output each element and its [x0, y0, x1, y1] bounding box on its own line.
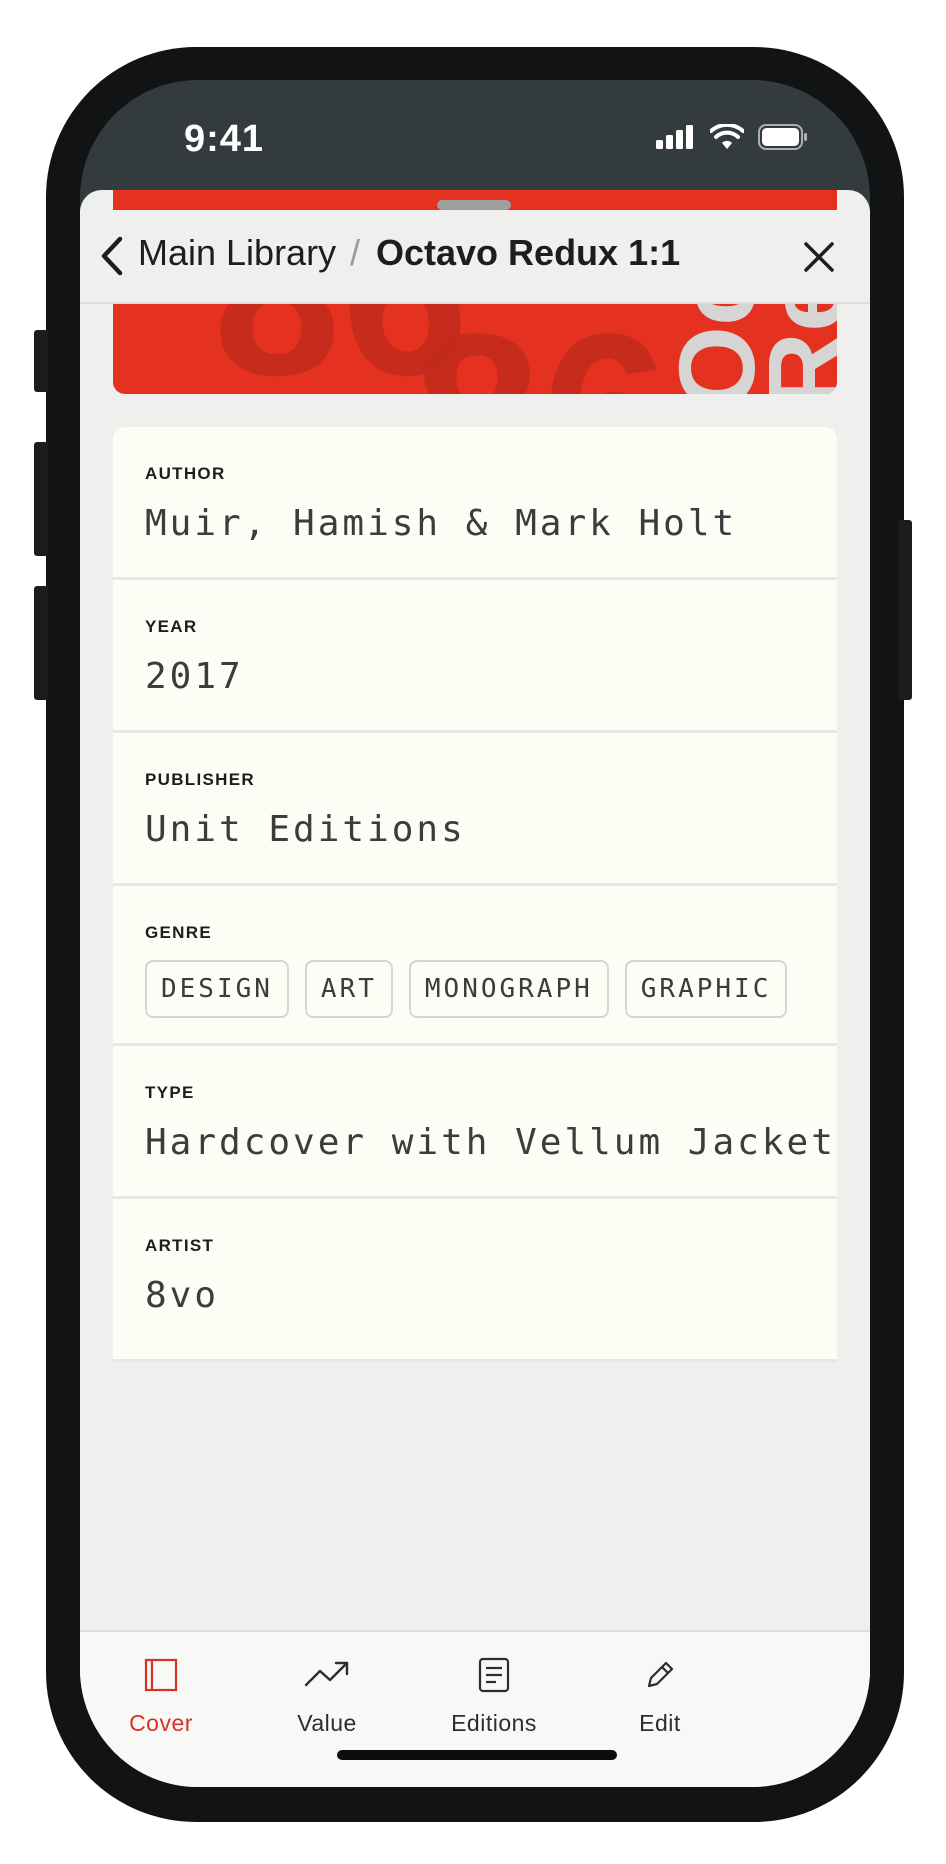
genre-chip[interactable]: MONOGRAPH [408, 960, 609, 1018]
volume-up-button [34, 442, 48, 556]
tab-label: Value [297, 1710, 357, 1736]
nav-header: Main Library / Octavo Redux 1:1 [80, 210, 870, 304]
tab-label: Cover [129, 1710, 193, 1736]
genre-chip[interactable]: ART [304, 960, 393, 1018]
close-button[interactable] [798, 236, 840, 278]
field-label: ARTIST [145, 1236, 215, 1255]
field-value: Muir, Hamish & Mark Holt [145, 503, 738, 544]
scroll-content[interactable]: 86 86 Oc Re 1:1 AUTHOR Muir, Hamish & Ma… [80, 190, 870, 1630]
genre-chips: DESIGN ART MONOGRAPH GRAPHIC [145, 960, 788, 1018]
wifi-icon [710, 124, 744, 149]
tab-editions[interactable]: Editions [424, 1650, 564, 1737]
field-author: AUTHOR Muir, Hamish & Mark Holt [113, 427, 837, 580]
breadcrumb-separator: / [350, 232, 361, 273]
volume-down-button [34, 586, 48, 700]
tab-label: Edit [639, 1710, 681, 1736]
home-indicator[interactable] [337, 1750, 617, 1760]
field-label: PUBLISHER [145, 770, 255, 789]
book-cover-icon [144, 1658, 178, 1692]
breadcrumb-main-library[interactable]: Main Library [138, 232, 336, 274]
field-label: TYPE [145, 1083, 195, 1102]
screen: 9:41 86 86 Oc R [80, 80, 870, 1787]
sheet-grabber[interactable] [437, 200, 511, 210]
field-publisher: PUBLISHER Unit Editions [113, 733, 837, 886]
field-value: 8vo [145, 1275, 220, 1316]
pencil-icon [647, 1661, 674, 1688]
document-list-icon [478, 1657, 510, 1693]
tab-value[interactable]: Value [257, 1650, 397, 1737]
field-genre: GENRE DESIGN ART MONOGRAPH GRAPHIC [113, 886, 837, 1046]
book-detail-sheet: 86 86 Oc Re 1:1 AUTHOR Muir, Hamish & Ma… [80, 190, 870, 1787]
cellular-signal-icon [656, 125, 693, 149]
close-icon [804, 242, 834, 272]
tab-bar: Cover Value Editions Edit [80, 1630, 870, 1787]
status-time: 9:41 [184, 118, 265, 160]
field-list: AUTHOR Muir, Hamish & Mark Holt YEAR 201… [113, 427, 837, 1362]
back-button[interactable] [98, 236, 138, 280]
field-value: Unit Editions [145, 809, 466, 850]
field-label: AUTHOR [145, 464, 226, 483]
mute-switch [34, 330, 48, 392]
battery-icon [758, 124, 807, 150]
trend-up-icon [304, 1661, 349, 1687]
field-year: YEAR 2017 [113, 580, 837, 733]
status-bar: 9:41 [80, 80, 870, 190]
field-label: GENRE [145, 923, 212, 942]
genre-chip[interactable]: DESIGN [145, 960, 289, 1018]
field-artist: ARTIST 8vo [113, 1199, 837, 1362]
cover-bg-digits: 86 [413, 300, 669, 395]
field-value: 2017 [145, 656, 244, 697]
tab-edit[interactable]: Edit [590, 1650, 730, 1737]
field-label: YEAR [145, 617, 198, 636]
tab-label: Editions [451, 1710, 537, 1736]
field-type: TYPE Hardcover with Vellum Jacket [113, 1046, 837, 1199]
status-icons [656, 124, 808, 150]
chevron-left-icon [101, 236, 123, 276]
page-title: Octavo Redux 1:1 [376, 232, 681, 273]
tab-cover[interactable]: Cover [91, 1650, 231, 1737]
genre-chip[interactable]: GRAPHIC [624, 960, 788, 1018]
power-button [898, 520, 912, 700]
field-value: Hardcover with Vellum Jacket [145, 1122, 836, 1163]
